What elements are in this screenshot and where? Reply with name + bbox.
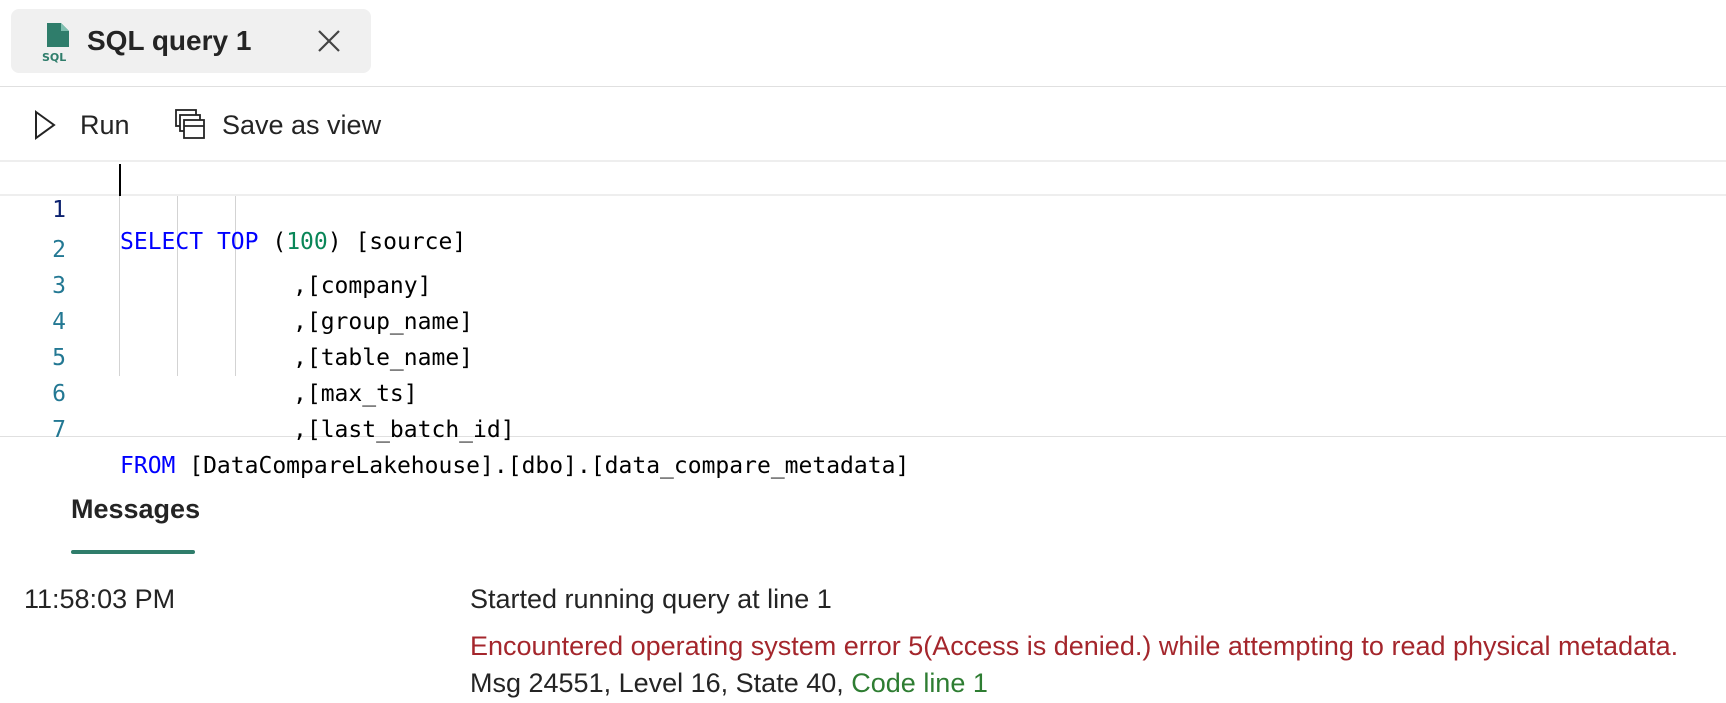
- messages-tab-underline: [71, 550, 195, 554]
- close-icon[interactable]: [313, 25, 345, 57]
- code-line-2[interactable]: 2 ,[company]: [0, 196, 1726, 299]
- message-error: Encountered operating system error 5(Acc…: [470, 631, 1679, 661]
- save-as-view-label: Save as view: [222, 109, 382, 140]
- code-line-4[interactable]: 4 ,[table_name]: [0, 268, 1726, 371]
- sql-icon-text: SQL: [42, 51, 66, 64]
- play-icon: [35, 110, 56, 140]
- message-detail: Msg 24551, Level 16, State 40, Code line…: [470, 668, 988, 699]
- run-label: Run: [80, 109, 130, 140]
- text-cursor: [119, 164, 121, 196]
- code-line-6[interactable]: 6 ,[last_batch_id]: [0, 340, 1726, 443]
- code-text: FROM [DataCompareLakehouse].[dbo].[data_…: [120, 448, 909, 484]
- line-number: 7: [52, 417, 66, 443]
- message-detail-text: Msg 24551, Level 16, State 40,: [470, 668, 852, 698]
- message-started: Started running query at line 1: [470, 584, 832, 614]
- tab-label: SQL query 1: [87, 25, 252, 56]
- keyword-from: FROM: [120, 453, 176, 479]
- code-line-3[interactable]: 3 ,[group_name]: [0, 232, 1726, 335]
- code-rest: [DataCompareLakehouse].[dbo].[data_compa…: [175, 453, 910, 479]
- sql-file-icon: SQL: [42, 23, 69, 64]
- code-line-link[interactable]: Code line 1: [851, 668, 988, 698]
- toolbar: Run Save as view: [0, 100, 1726, 150]
- save-as-view-button[interactable]: Save as view: [174, 104, 381, 146]
- run-button[interactable]: Run: [32, 104, 130, 146]
- tab-sql-query-1[interactable]: SQL SQL query 1: [11, 9, 371, 73]
- code-line-1[interactable]: 1 SELECT TOP (100) [source]: [0, 160, 1726, 255]
- code-line-5[interactable]: 5 ,[max_ts]: [0, 304, 1726, 407]
- code-line-7[interactable]: 7 FROM [DataCompareLakehouse].[dbo].[dat…: [0, 376, 1726, 479]
- code-text: ,[last_batch_id]: [293, 417, 515, 443]
- save-view-icon: [175, 109, 205, 139]
- message-timestamp: 11:58:03 PM: [24, 584, 176, 614]
- sql-editor[interactable]: 1 SELECT TOP (100) [source] 2 ,[company]…: [0, 160, 1726, 479]
- tab-messages[interactable]: Messages: [71, 494, 200, 525]
- tab-strip: SQL SQL query 1: [0, 0, 1726, 87]
